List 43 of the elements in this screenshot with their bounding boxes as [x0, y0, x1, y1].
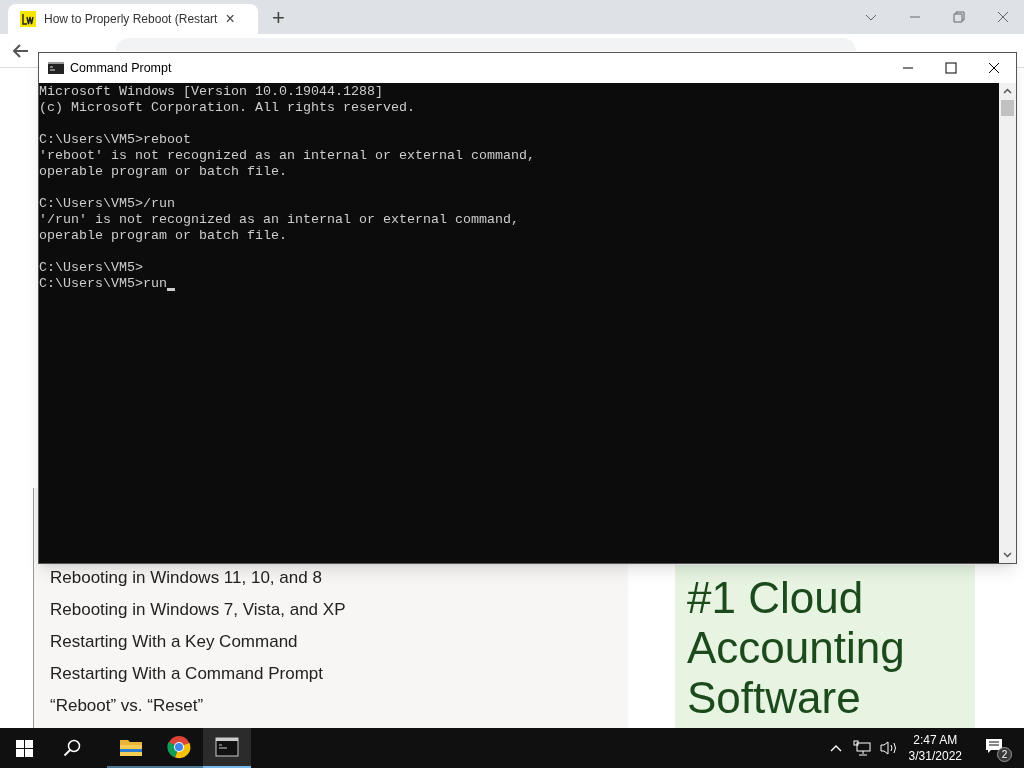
- console-line: C:\Users\VM5>: [39, 260, 143, 276]
- search-icon[interactable]: [63, 739, 81, 757]
- clock-date[interactable]: 3/31/2022: [908, 748, 962, 764]
- maximize-icon[interactable]: [945, 62, 957, 74]
- contents-link[interactable]: Rebooting in Windows 7, Vista, and XP: [50, 598, 346, 630]
- taskbar-app[interactable]: [203, 728, 251, 768]
- scrollbar[interactable]: [999, 83, 1016, 563]
- console-line: C:\Users\VM5>/run: [39, 196, 175, 212]
- clock-time[interactable]: 2:47 AM: [913, 732, 958, 748]
- browser-tab[interactable]: How to Properly Reboot (Restart ×: [8, 4, 258, 34]
- notification-count: 2: [997, 747, 1012, 762]
- ad-panel[interactable]: #1 Cloud Accounting Software: [675, 565, 975, 728]
- back-arrow-icon[interactable]: [12, 41, 30, 60]
- folder-icon: [119, 737, 143, 757]
- notifications-button[interactable]: 2: [984, 734, 1012, 762]
- ad-headline: #1 Cloud Accounting Software: [687, 573, 906, 723]
- tab-title: How to Properly Reboot (Restart: [44, 11, 218, 28]
- tab-close-button[interactable]: ×: [225, 7, 235, 31]
- console-app-icon: [48, 62, 64, 74]
- console-line: C:\Users\VM5>run: [39, 276, 167, 292]
- contents-link[interactable]: Restarting With a Command Prompt: [50, 662, 324, 694]
- speaker-icon[interactable]: [878, 740, 899, 756]
- contents-link[interactable]: Rebooting in Windows 11, 10, and 8: [50, 566, 322, 598]
- console-line: 'reboot' is not recognized as an internal or external command,: [39, 148, 535, 164]
- terminal-icon: [215, 737, 239, 757]
- console-title: Command Prompt: [70, 59, 172, 77]
- new-tab-button[interactable]: +: [272, 6, 285, 30]
- restore-icon[interactable]: [952, 10, 966, 24]
- console-line: operable program or batch file.: [39, 228, 287, 244]
- console-line: '/run' is not recognized as an internal or external command,: [39, 212, 519, 228]
- scroll-thumb[interactable]: [1001, 100, 1014, 116]
- network-icon[interactable]: [852, 740, 871, 756]
- console-line: Microsoft Windows [Version 10.0.19044.1288]: [39, 84, 383, 100]
- message-icon: [985, 738, 1003, 754]
- site-icon: [20, 11, 36, 27]
- browser-icon: [167, 735, 191, 759]
- contents-link[interactable]: Restarting With a Key Command: [50, 630, 298, 662]
- contents-link[interactable]: “Reboot” vs. “Reset”: [50, 694, 204, 726]
- close-icon[interactable]: [988, 62, 1000, 74]
- windows-start-icon[interactable]: [16, 739, 33, 757]
- console-line: C:\Users\VM5>reboot: [39, 132, 191, 148]
- console-line: (c) Microsoft Corporation. All rights reserved.: [39, 100, 415, 116]
- console-line: operable program or batch file.: [39, 164, 287, 180]
